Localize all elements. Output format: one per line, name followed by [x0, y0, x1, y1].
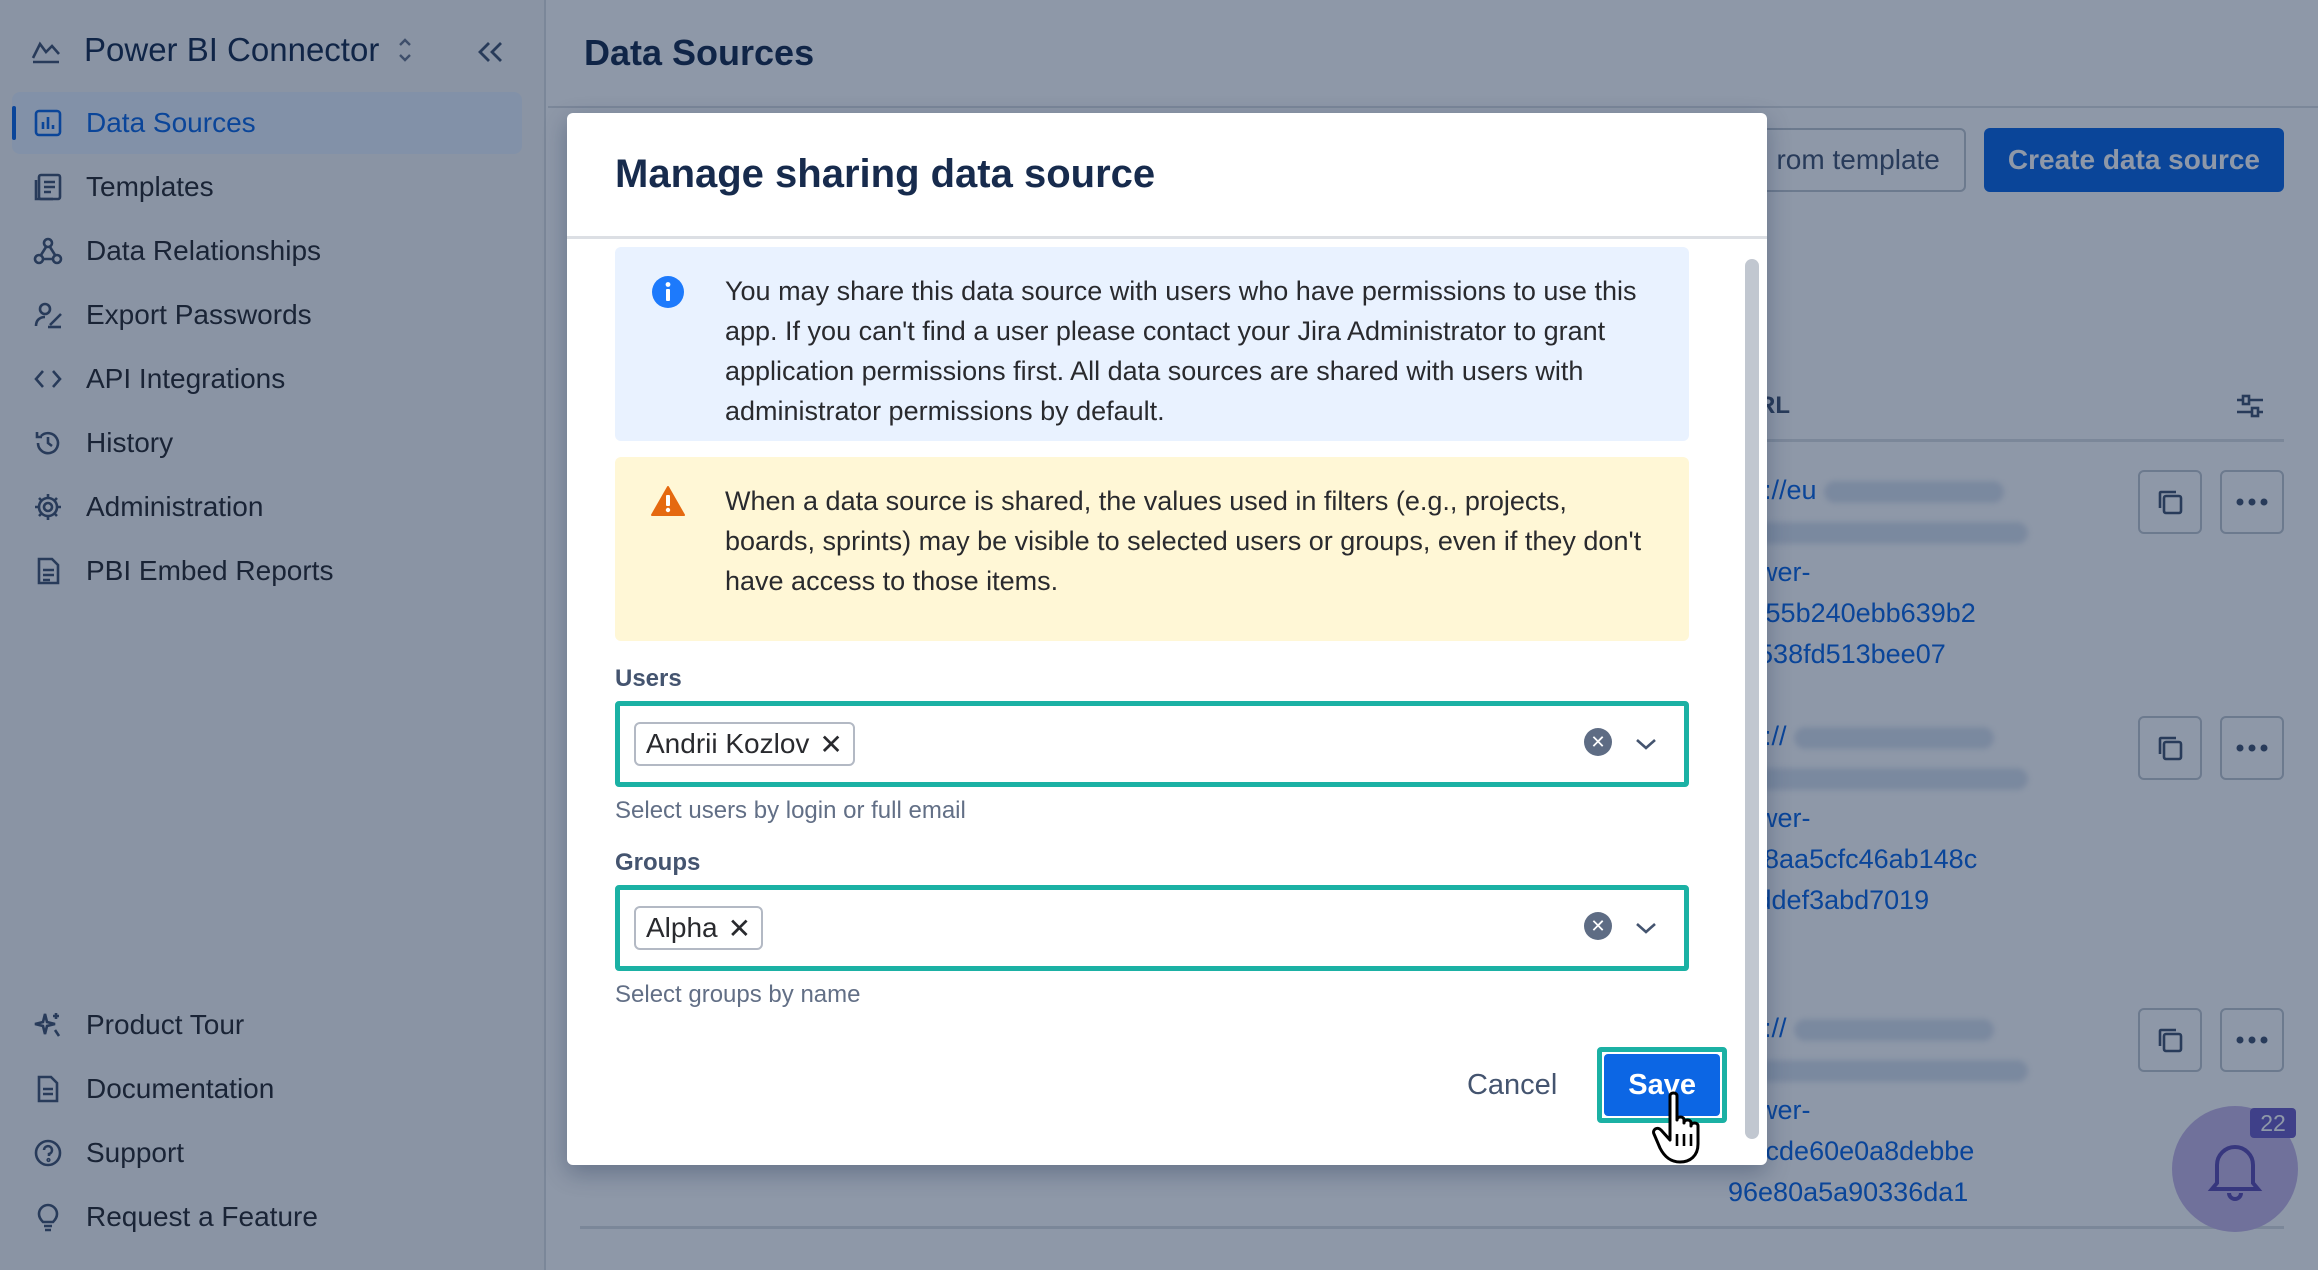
warning-message: When a data source is shared, the values…: [615, 457, 1689, 641]
info-message-text: You may share this data source with user…: [725, 276, 1637, 426]
group-tag-label: Alpha: [646, 912, 718, 943]
user-tag-label: Andrii Kozlov: [646, 728, 810, 759]
chevron-down-icon[interactable]: [1632, 730, 1660, 758]
hand-pointer-cursor-icon: [1652, 1091, 1700, 1164]
warning-icon: [651, 481, 691, 617]
clear-selection-icon[interactable]: ✕: [1584, 728, 1612, 756]
groups-helper-text: Select groups by name: [615, 981, 861, 1008]
clear-selection-icon[interactable]: ✕: [1584, 912, 1612, 940]
remove-tag-icon[interactable]: ✕: [819, 728, 842, 761]
info-icon: [651, 271, 691, 417]
remove-tag-icon[interactable]: ✕: [728, 912, 751, 945]
modal-body: You may share this data source with user…: [615, 239, 1689, 1009]
cancel-button[interactable]: Cancel: [1443, 1054, 1581, 1116]
users-select[interactable]: Andrii Kozlov ✕ ✕: [615, 701, 1689, 787]
manage-sharing-dialog: Manage sharing data source You may share…: [567, 113, 1767, 1165]
chevron-down-icon[interactable]: [1632, 914, 1660, 942]
group-tag: Alpha ✕: [634, 906, 764, 950]
modal-header: Manage sharing data source: [567, 113, 1767, 239]
groups-label: Groups: [615, 849, 701, 876]
groups-select[interactable]: Alpha ✕ ✕: [615, 885, 1689, 971]
modal-title: Manage sharing data source: [615, 152, 1156, 196]
modal-scrollbar[interactable]: [1745, 259, 1759, 1139]
users-label: Users: [615, 665, 682, 692]
warning-message-text: When a data source is shared, the values…: [725, 486, 1642, 596]
user-tag: Andrii Kozlov ✕: [634, 722, 855, 766]
info-message: You may share this data source with user…: [615, 247, 1689, 441]
users-helper-text: Select users by login or full email: [615, 797, 966, 824]
